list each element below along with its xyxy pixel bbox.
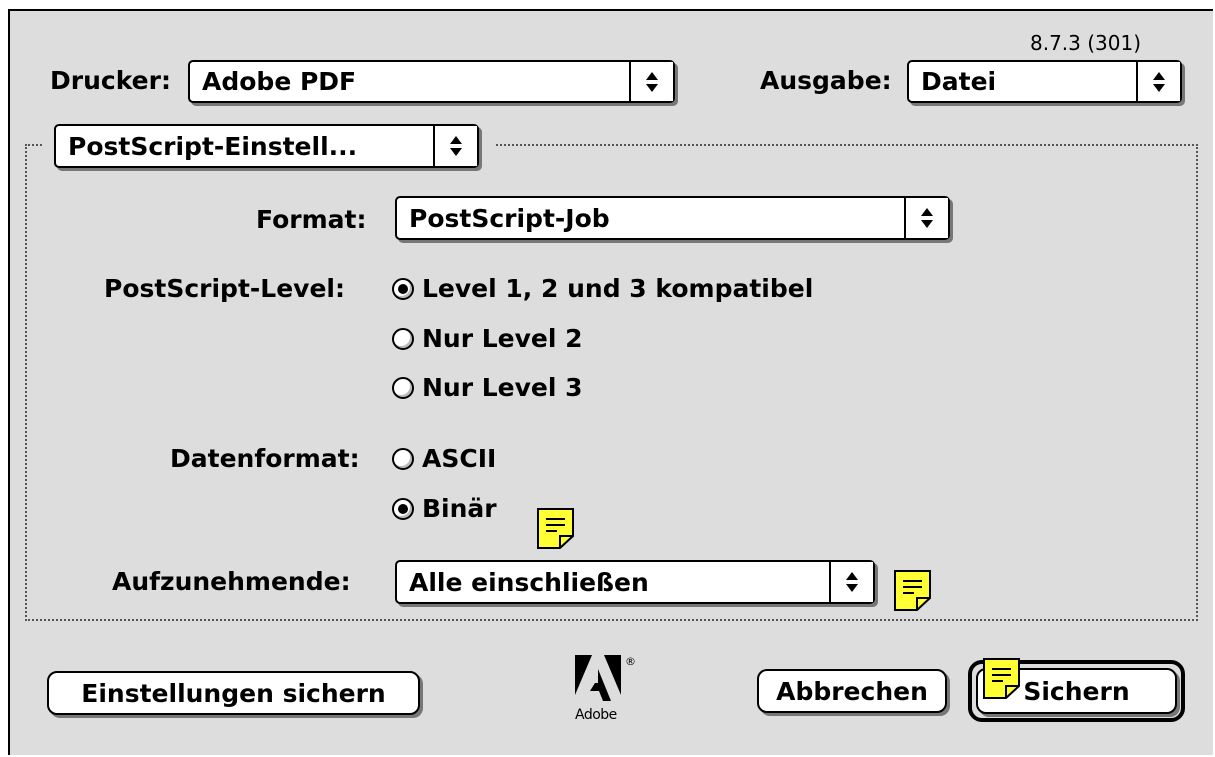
adobe-logo-text: Adobe [575, 707, 617, 723]
panel-popup[interactable]: PostScript-Einstell... [54, 124, 479, 168]
radio-level-compatible[interactable]: Level 1, 2 und 3 kompatibel [392, 274, 813, 303]
fonts-value: Alle einschließen [409, 567, 649, 597]
output-label: Ausgabe: [760, 66, 892, 95]
fonts-popup[interactable]: Alle einschließen [395, 560, 875, 604]
data-format-label: Datenformat: [170, 444, 360, 473]
radio-label: Level 1, 2 und 3 kompatibel [422, 274, 814, 303]
radio-label: Nur Level 2 [422, 324, 583, 353]
fonts-label: Aufzunehmende: [112, 567, 351, 596]
up-down-arrows-icon [1136, 62, 1180, 101]
version-label: 8.7.3 (301) [1030, 31, 1142, 55]
sticky-note-icon[interactable] [537, 508, 574, 549]
radio-circle [392, 277, 414, 300]
radio-label: Binär [422, 494, 497, 523]
radio-circle [392, 327, 414, 350]
printer-value: Adobe PDF [202, 67, 357, 96]
radio-label: Nur Level 3 [422, 373, 583, 402]
ps-level-label: PostScript-Level: [104, 274, 345, 303]
printer-popup[interactable]: Adobe PDF [188, 60, 675, 103]
radio-label: ASCII [422, 444, 497, 473]
adobe-logo-mark [575, 655, 621, 701]
printer-label: Drucker: [50, 66, 171, 95]
radio-level-3[interactable]: Nur Level 3 [392, 373, 583, 402]
format-value: PostScript-Job [409, 203, 610, 233]
format-label: Format: [256, 205, 367, 234]
panel-value: PostScript-Einstell... [68, 131, 358, 161]
up-down-arrows-icon [629, 62, 673, 101]
format-popup[interactable]: PostScript-Job [395, 196, 950, 240]
save-settings-button[interactable]: Einstellungen sichern [47, 671, 420, 715]
output-popup[interactable]: Datei [907, 60, 1182, 103]
up-down-arrows-icon [433, 126, 477, 166]
cancel-button[interactable]: Abbrechen [757, 669, 947, 713]
sticky-note-icon[interactable] [894, 570, 931, 611]
registered-mark: ® [625, 655, 636, 668]
radio-binary[interactable]: Binär [392, 494, 497, 523]
radio-ascii[interactable]: ASCII [392, 444, 496, 473]
radio-circle [392, 497, 414, 520]
up-down-arrows-icon [904, 198, 948, 238]
radio-circle [392, 376, 414, 399]
radio-level-2[interactable]: Nur Level 2 [392, 324, 583, 353]
adobe-logo: ® Adobe [575, 655, 637, 731]
radio-circle [392, 447, 414, 470]
up-down-arrows-icon [829, 562, 873, 602]
output-value: Datei [921, 67, 997, 96]
sticky-note-icon[interactable] [983, 658, 1020, 699]
